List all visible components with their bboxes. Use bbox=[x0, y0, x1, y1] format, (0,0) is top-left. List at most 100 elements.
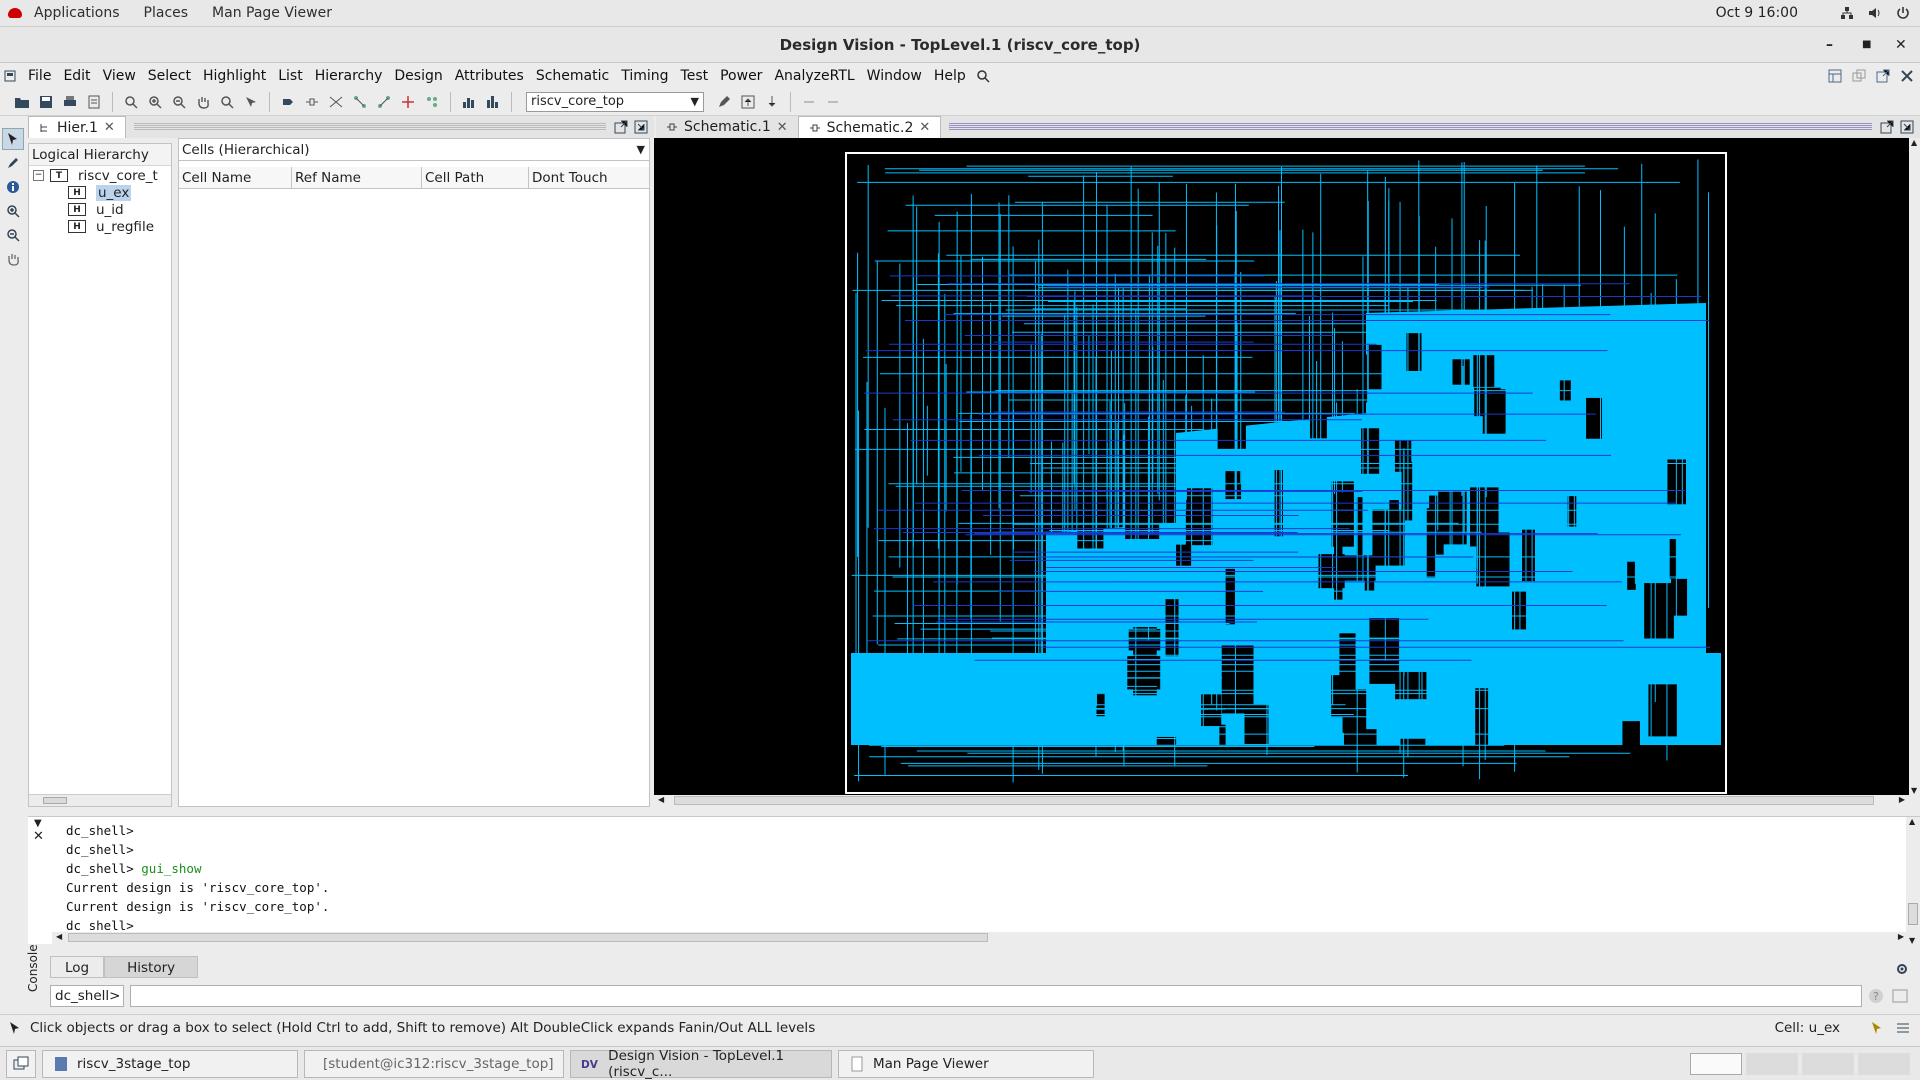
help-icon[interactable]: ? bbox=[1868, 988, 1884, 1004]
fanout-icon[interactable] bbox=[374, 92, 394, 112]
pan-hand-icon[interactable] bbox=[193, 92, 213, 112]
select-tool-status-icon[interactable] bbox=[1870, 1021, 1884, 1035]
command-input[interactable] bbox=[130, 985, 1862, 1007]
edit-design-icon[interactable] bbox=[714, 92, 734, 112]
console-horizontal-scrollbar[interactable]: ◀ ▶ bbox=[52, 932, 1908, 944]
cascade-windows-icon[interactable] bbox=[1852, 69, 1866, 83]
menu-view[interactable]: View bbox=[97, 68, 142, 84]
volume-icon[interactable] bbox=[1868, 6, 1882, 20]
schematic-drawing[interactable] bbox=[654, 138, 1909, 795]
column-cell-path[interactable]: Cell Path bbox=[422, 167, 529, 188]
select-tool-icon[interactable] bbox=[241, 92, 261, 112]
collapse-console-icon[interactable]: ▼ bbox=[34, 818, 50, 829]
workspace-3[interactable] bbox=[1802, 1052, 1854, 1075]
forward-disabled-icon[interactable] bbox=[823, 92, 843, 112]
column-dont-touch[interactable]: Dont Touch bbox=[529, 167, 649, 188]
open-folder-icon[interactable] bbox=[12, 92, 32, 112]
scroll-down-icon[interactable]: ▼ bbox=[1911, 786, 1917, 795]
tab-schematic-1[interactable]: Schematic.1 ✕ bbox=[656, 116, 798, 138]
close-window-button[interactable]: ✕ bbox=[1895, 27, 1907, 63]
clock[interactable]: Oct 9 16:00 bbox=[1716, 5, 1798, 21]
select-arrow-icon[interactable] bbox=[2, 128, 24, 150]
hierarchy-up-icon[interactable] bbox=[738, 92, 758, 112]
create-schematic-icon[interactable] bbox=[302, 92, 322, 112]
maximize-panel-icon[interactable] bbox=[1900, 120, 1914, 134]
collapse-toggle-icon[interactable]: − bbox=[33, 170, 44, 181]
zoom-out-icon[interactable] bbox=[169, 92, 189, 112]
menu-window[interactable]: Window bbox=[861, 68, 928, 84]
task-design-vision[interactable]: DV Design Vision - TopLevel.1 (riscv_c..… bbox=[570, 1048, 832, 1080]
design-select[interactable]: riscv_core_top ▼ bbox=[526, 91, 704, 112]
menu-power[interactable]: Power bbox=[714, 68, 768, 84]
console-output[interactable]: dc_shell> dc_shell> dc_shell> gui_show Curr… bbox=[28, 816, 1920, 945]
applications-menu[interactable]: Applications bbox=[22, 5, 132, 21]
zoom-in-icon[interactable] bbox=[145, 92, 165, 112]
print-icon[interactable] bbox=[60, 92, 80, 112]
scrollbar-thumb[interactable] bbox=[674, 796, 1874, 805]
tab-history[interactable]: History bbox=[104, 956, 199, 978]
places-menu[interactable]: Places bbox=[132, 5, 201, 21]
close-panel-icon[interactable] bbox=[1900, 69, 1914, 83]
create-symbol-view-icon[interactable] bbox=[278, 92, 298, 112]
schematic-horizontal-scrollbar[interactable]: ◀ ▶ bbox=[654, 795, 1909, 807]
pencil-icon[interactable] bbox=[2, 152, 24, 174]
gear-icon[interactable] bbox=[1895, 962, 1909, 976]
dense-net-band[interactable] bbox=[851, 653, 1721, 745]
command-window-icon[interactable] bbox=[1892, 988, 1908, 1004]
scroll-right-icon[interactable]: ▶ bbox=[1898, 932, 1904, 941]
menu-file[interactable]: File bbox=[22, 68, 57, 84]
maximize-panel-icon[interactable] bbox=[634, 120, 648, 134]
hierarchy-down-icon[interactable] bbox=[762, 92, 782, 112]
close-icon[interactable]: ✕ bbox=[104, 120, 115, 135]
list-icon[interactable] bbox=[1896, 1021, 1910, 1035]
close-console-icon[interactable]: ✕ bbox=[33, 829, 50, 844]
tab-schematic-2[interactable]: Schematic.2 ✕ bbox=[797, 116, 942, 138]
hand-tool-icon[interactable] bbox=[2, 248, 24, 270]
undock-icon[interactable] bbox=[1880, 120, 1894, 134]
command-prompt-label[interactable]: dc_shell> bbox=[50, 985, 124, 1007]
tree-row-top[interactable]: − T riscv_core_t bbox=[29, 167, 171, 184]
task-folder[interactable]: riscv_3stage_top bbox=[42, 1049, 298, 1078]
info-icon[interactable] bbox=[2, 176, 24, 198]
scrollbar-thumb[interactable] bbox=[43, 797, 67, 804]
collapse-hierarchy-icon[interactable] bbox=[422, 92, 442, 112]
show-desktop-button[interactable] bbox=[6, 1049, 36, 1078]
scroll-up-icon[interactable]: ▲ bbox=[1909, 817, 1915, 826]
close-icon[interactable]: ✕ bbox=[919, 120, 930, 135]
menu-attributes[interactable]: Attributes bbox=[449, 68, 530, 84]
maximize-button[interactable]: ■ bbox=[1862, 27, 1871, 63]
menu-analyzertl[interactable]: AnalyzeRTL bbox=[768, 68, 860, 84]
zoom-fit-icon[interactable] bbox=[121, 92, 141, 112]
scrollbar-thumb[interactable] bbox=[68, 933, 988, 942]
menu-test[interactable]: Test bbox=[675, 68, 715, 84]
scrollbar-thumb[interactable] bbox=[1908, 903, 1918, 925]
power-icon[interactable] bbox=[1896, 6, 1910, 20]
menu-highlight[interactable]: Highlight bbox=[197, 68, 272, 84]
search-icon[interactable] bbox=[976, 69, 990, 83]
console-vertical-scrollbar[interactable]: ▲ ▼ bbox=[1906, 817, 1920, 945]
scroll-down-icon[interactable]: ▼ bbox=[1909, 936, 1915, 945]
menu-hierarchy[interactable]: Hierarchy bbox=[309, 68, 389, 84]
timing-histogram-icon[interactable] bbox=[483, 92, 503, 112]
tree-horizontal-scrollbar[interactable] bbox=[29, 794, 171, 806]
menu-schematic[interactable]: Schematic bbox=[530, 68, 615, 84]
workspace-2[interactable] bbox=[1746, 1052, 1798, 1075]
menu-design[interactable]: Design bbox=[388, 68, 448, 84]
menu-select[interactable]: Select bbox=[142, 68, 197, 84]
task-man-page[interactable]: Man Page Viewer bbox=[838, 1049, 1094, 1078]
schematic-canvas[interactable] bbox=[654, 138, 1909, 795]
save-icon[interactable] bbox=[36, 92, 56, 112]
workspace-1[interactable] bbox=[1690, 1052, 1742, 1075]
active-app-name[interactable]: Man Page Viewer bbox=[200, 5, 344, 21]
tree-row-u-id[interactable]: H u_id bbox=[29, 201, 171, 218]
scroll-left-icon[interactable]: ◀ bbox=[56, 932, 62, 941]
scroll-right-icon[interactable]: ▶ bbox=[1899, 795, 1905, 804]
path-schematic-icon[interactable] bbox=[326, 92, 346, 112]
menu-help[interactable]: Help bbox=[928, 68, 972, 84]
tab-hier-1[interactable]: Hier.1 ✕ bbox=[28, 116, 126, 138]
tile-windows-icon[interactable] bbox=[1828, 69, 1842, 83]
tree-row-u-regfile[interactable]: H u_regfile bbox=[29, 218, 171, 235]
menu-list[interactable]: List bbox=[272, 68, 308, 84]
network-icon[interactable] bbox=[1840, 6, 1854, 20]
column-ref-name[interactable]: Ref Name bbox=[292, 167, 422, 188]
